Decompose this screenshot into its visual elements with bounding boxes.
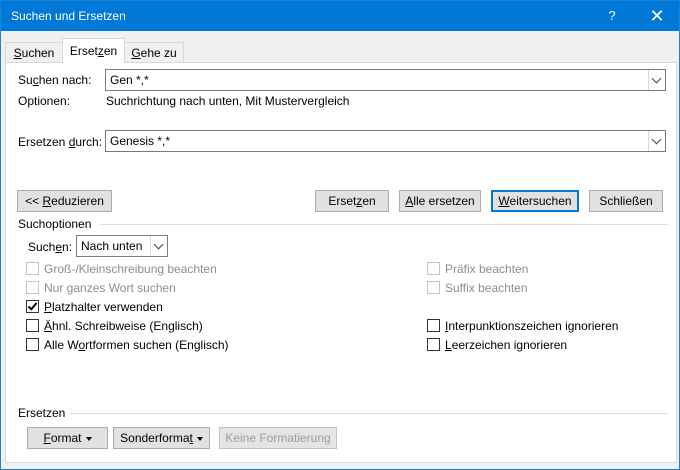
replace-label: Ersetzen durch: <box>18 135 103 149</box>
checkbox-match-case-label: Groß-/Kleinschreibung beachten <box>44 262 217 276</box>
checkmark-icon <box>27 300 38 311</box>
checkbox-ignore-whitespace-label: Leerzeichen ignorieren <box>445 338 568 352</box>
group-divider <box>100 224 668 225</box>
direction-value: Nach unten <box>81 239 143 253</box>
find-replace-dialog: Suchen und Ersetzen ? ✕ Suchen Ersetzen … <box>0 0 680 470</box>
title-bar: Suchen und Ersetzen ? ✕ <box>1 1 679 31</box>
find-value: Gen *,* <box>110 73 149 87</box>
window-title: Suchen und Ersetzen <box>11 9 126 23</box>
checkbox-ignore-punctuation[interactable] <box>427 319 440 332</box>
tab-gehe-zu-label: ehe zu <box>140 46 177 60</box>
search-options-title: Suchoptionen <box>18 217 92 231</box>
find-label: Suchen nach: <box>18 73 92 87</box>
checkbox-suffix[interactable] <box>427 281 440 294</box>
direction-dropdown-button[interactable] <box>150 236 167 256</box>
checkbox-suffix-label: Suffix beachten <box>445 281 528 295</box>
find-next-button[interactable]: Weitersuchen <box>491 190 579 212</box>
tab-suchen[interactable]: Suchen <box>5 42 63 62</box>
help-button[interactable]: ? <box>597 1 627 31</box>
replace-value: Genesis *,* <box>110 134 171 148</box>
checkbox-prefix-label: Präfix beachten <box>445 262 529 276</box>
checkbox-prefix[interactable] <box>427 262 440 275</box>
tab-gehe-zu[interactable]: Gehe zu <box>124 42 184 62</box>
find-dropdown-button[interactable] <box>648 70 665 90</box>
checkbox-wildcards[interactable] <box>26 300 39 313</box>
chevron-down-icon <box>651 134 662 145</box>
replace-button[interactable]: Ersetzen <box>315 190 389 212</box>
checkbox-whole-word[interactable] <box>26 281 39 294</box>
checkbox-ignore-whitespace[interactable] <box>427 338 440 351</box>
tab-panel: Suchen nach: Gen *,* Optionen: Suchricht… <box>5 62 677 463</box>
replace-input[interactable]: Genesis *,* <box>105 130 666 152</box>
dropdown-arrow-icon <box>196 436 203 441</box>
checkbox-word-forms-label: Alle Wortformen suchen (Englisch) <box>44 338 229 352</box>
find-input[interactable]: Gen *,* <box>105 69 666 91</box>
chevron-down-icon <box>651 73 662 84</box>
replace-dropdown-button[interactable] <box>648 131 665 151</box>
reduce-button[interactable]: << Reduzieren <box>17 190 112 212</box>
tab-ersetzen-label-rest: en <box>103 44 118 58</box>
checkbox-whole-word-label: Nur ganzes Wort suchen <box>44 281 176 295</box>
checkbox-word-forms[interactable] <box>26 338 39 351</box>
group-divider <box>70 413 668 414</box>
options-value: Suchrichtung nach unten, Mit Mustervergl… <box>106 94 350 108</box>
special-button[interactable]: Sonderformat <box>113 427 210 449</box>
tab-gehe-zu-accesskey: G <box>131 46 141 60</box>
tab-ersetzen-label: Erset <box>69 44 98 58</box>
checkbox-sounds-like-label: Ähnl. Schreibweise (Englisch) <box>44 319 203 333</box>
chevron-down-icon <box>153 239 164 250</box>
checkbox-wildcards-label: Platzhalter verwenden <box>44 300 163 314</box>
dropdown-arrow-icon <box>85 436 92 441</box>
direction-label: Suchen: <box>28 240 73 254</box>
checkbox-sounds-like[interactable] <box>26 319 39 332</box>
close-icon[interactable]: ✕ <box>637 1 677 31</box>
tab-ersetzen[interactable]: Ersetzen <box>62 38 125 63</box>
tab-suchen-label: uchen <box>21 46 55 60</box>
tab-suchen-accesskey: S <box>13 46 22 60</box>
options-label: Optionen: <box>18 94 71 108</box>
format-button[interactable]: Format <box>27 427 108 449</box>
checkbox-ignore-punctuation-label: Interpunktionszeichen ignorieren <box>445 319 619 333</box>
replace-all-button[interactable]: Alle ersetzen <box>399 190 481 212</box>
direction-select[interactable]: Nach unten <box>76 235 168 257</box>
checkbox-match-case[interactable] <box>26 262 39 275</box>
no-formatting-button[interactable]: Keine Formatierung <box>219 427 337 449</box>
replace-section-title: Ersetzen <box>18 406 66 420</box>
close-button[interactable]: Schließen <box>589 190 663 212</box>
